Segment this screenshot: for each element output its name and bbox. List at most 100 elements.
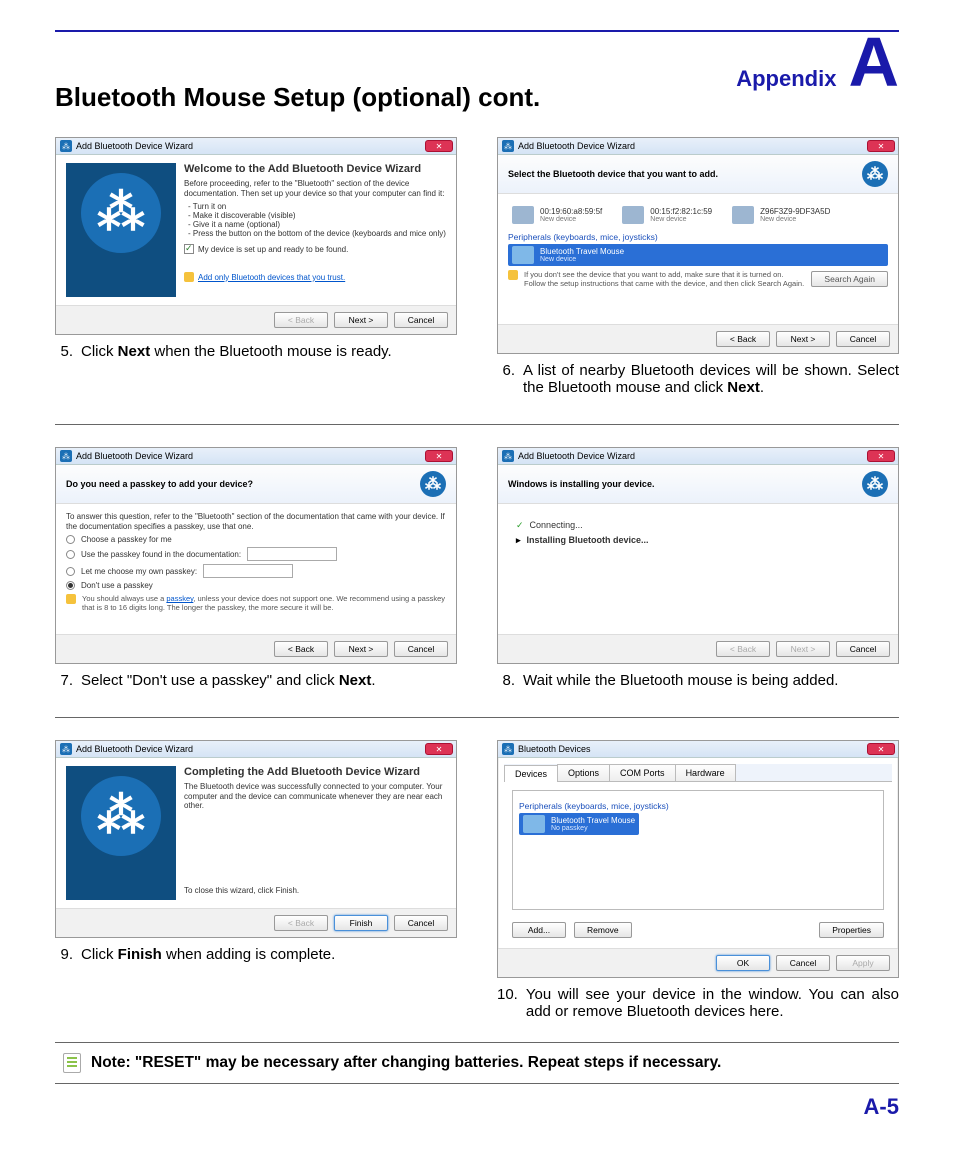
appendix-letter: A xyxy=(848,38,899,87)
back-button[interactable]: < Back xyxy=(716,331,770,347)
bluetooth-logo-icon: ⁂ xyxy=(81,173,161,253)
note-text: Note: "RESET" may be necessary after cha… xyxy=(91,1054,721,1072)
wizard-installing-dialog: ⁂ Add Bluetooth Device Wizard ✕ Windows … xyxy=(497,447,899,664)
radio-use-doc-passkey[interactable] xyxy=(66,550,75,559)
bluetooth-logo-icon: ⁂ xyxy=(81,776,161,856)
cancel-button[interactable]: Cancel xyxy=(836,331,890,347)
cancel-button[interactable]: Cancel xyxy=(836,641,890,657)
computer-icon xyxy=(732,206,754,224)
device-item[interactable]: Z96F3Z9-9DF3A5DNew device xyxy=(732,206,830,224)
dialog-header: Do you need a passkey to add your device… xyxy=(66,479,253,489)
passkey-hint: You should always use a passkey, unless … xyxy=(82,594,446,612)
tab-com-ports[interactable]: COM Ports xyxy=(609,764,676,781)
step-8: ⁂ Add Bluetooth Device Wizard ✕ Windows … xyxy=(497,447,899,697)
next-button[interactable]: Next > xyxy=(334,312,388,328)
next-button[interactable]: Next > xyxy=(776,331,830,347)
radio-no-passkey[interactable] xyxy=(66,581,75,590)
ok-button[interactable]: OK xyxy=(716,955,770,971)
radio-own-passkey[interactable] xyxy=(66,567,75,576)
bluetooth-icon: ⁂ xyxy=(502,140,514,152)
dialog-title: Add Bluetooth Device Wizard xyxy=(518,451,635,461)
dialog-title: Add Bluetooth Device Wizard xyxy=(76,141,193,151)
close-icon[interactable]: ✕ xyxy=(425,140,453,152)
tab-devices[interactable]: Devices xyxy=(504,765,558,782)
close-icon[interactable]: ✕ xyxy=(425,450,453,462)
cancel-button[interactable]: Cancel xyxy=(394,641,448,657)
check-icon: ✓ xyxy=(516,520,524,531)
close-icon[interactable]: ✕ xyxy=(867,140,895,152)
tab-options[interactable]: Options xyxy=(557,764,610,781)
caption: A list of nearby Bluetooth devices will … xyxy=(523,362,899,396)
bluetooth-badge-icon: ⁂ xyxy=(862,471,888,497)
info-icon xyxy=(66,594,76,604)
wizard-welcome-dialog: ⁂ Add Bluetooth Device Wizard ✕ ⁂ Welcom… xyxy=(55,137,457,335)
passkey-doc-input[interactable] xyxy=(247,547,337,561)
next-button[interactable]: Next > xyxy=(334,641,388,657)
step-6: ⁂ Add Bluetooth Device Wizard ✕ Select t… xyxy=(497,137,899,404)
note-row: Note: "RESET" may be necessary after cha… xyxy=(55,1042,899,1084)
wizard-sidebar: ⁂ xyxy=(66,163,176,297)
info-text: If you don't see the device that you wan… xyxy=(524,270,805,288)
wizard-sidebar: ⁂ xyxy=(66,766,176,900)
appendix-label: Appendix xyxy=(736,66,836,92)
caption: Click Next when the Bluetooth mouse is r… xyxy=(81,343,457,360)
info-icon xyxy=(508,270,518,280)
bluetooth-badge-icon: ⁂ xyxy=(420,471,446,497)
computer-icon xyxy=(512,206,534,224)
add-button[interactable]: Add... xyxy=(512,922,566,938)
dialog-title: Bluetooth Devices xyxy=(518,744,591,754)
bullet: Turn it on xyxy=(188,202,446,211)
finish-button[interactable]: Finish xyxy=(334,915,388,931)
note-icon xyxy=(63,1053,81,1073)
step-9: ⁂ Add Bluetooth Device Wizard ✕ ⁂ Comple… xyxy=(55,740,457,1028)
device-list: 00:19:60:a8:59:5fNew device 00:15:f2:82:… xyxy=(508,202,888,228)
step-10: ⁂ Bluetooth Devices ✕ Devices Options CO… xyxy=(497,740,899,1028)
bluetooth-devices-dialog: ⁂ Bluetooth Devices ✕ Devices Options CO… xyxy=(497,740,899,978)
device-item[interactable]: 00:19:60:a8:59:5fNew device xyxy=(512,206,602,224)
apply-button[interactable]: Apply xyxy=(836,955,890,971)
device-item[interactable]: 00:15:f2:82:1c:59New device xyxy=(622,206,712,224)
passkey-own-input[interactable] xyxy=(203,564,293,578)
search-again-button[interactable]: Search Again xyxy=(811,271,888,287)
intro-text: To answer this question, refer to the "B… xyxy=(66,512,446,531)
radio-choose-for-me[interactable] xyxy=(66,535,75,544)
bullet: Press the button on the bottom of the de… xyxy=(188,229,446,238)
bluetooth-icon: ⁂ xyxy=(60,140,72,152)
properties-button[interactable]: Properties xyxy=(819,922,884,938)
wizard-complete-dialog: ⁂ Add Bluetooth Device Wizard ✕ ⁂ Comple… xyxy=(55,740,457,938)
back-button: < Back xyxy=(274,915,328,931)
cancel-button[interactable]: Cancel xyxy=(394,312,448,328)
cancel-button[interactable]: Cancel xyxy=(394,915,448,931)
back-button[interactable]: < Back xyxy=(274,312,328,328)
ready-checkbox-label: My device is set up and ready to be foun… xyxy=(198,245,348,254)
close-icon[interactable]: ✕ xyxy=(867,743,895,755)
remove-button[interactable]: Remove xyxy=(574,922,632,938)
wizard-intro: The Bluetooth device was successfully co… xyxy=(184,782,446,811)
caption: You will see your device in the window. … xyxy=(526,986,899,1020)
arrow-icon: ▸ xyxy=(516,535,521,546)
trust-link[interactable]: Add only Bluetooth devices that you trus… xyxy=(198,273,345,282)
device-item-selected[interactable]: Bluetooth Travel MouseNo passkey xyxy=(519,813,639,835)
step-5: ⁂ Add Bluetooth Device Wizard ✕ ⁂ Welcom… xyxy=(55,137,457,404)
dialog-header: Select the Bluetooth device that you wan… xyxy=(508,169,718,179)
ready-checkbox[interactable] xyxy=(184,244,194,254)
cancel-button[interactable]: Cancel xyxy=(776,955,830,971)
close-icon[interactable]: ✕ xyxy=(867,450,895,462)
device-item-selected[interactable]: Bluetooth Travel MouseNew device xyxy=(508,244,888,266)
dialog-title: Add Bluetooth Device Wizard xyxy=(518,141,635,151)
wizard-heading: Completing the Add Bluetooth Device Wiza… xyxy=(184,766,446,778)
tab-hardware[interactable]: Hardware xyxy=(675,764,736,781)
tabs: Devices Options COM Ports Hardware xyxy=(504,764,892,782)
next-button: Next > xyxy=(776,641,830,657)
wizard-intro: Before proceeding, refer to the "Bluetoo… xyxy=(184,179,446,198)
back-button[interactable]: < Back xyxy=(274,641,328,657)
status-installing: Installing Bluetooth device... xyxy=(527,535,649,546)
mouse-icon xyxy=(512,246,534,264)
dialog-title: Add Bluetooth Device Wizard xyxy=(76,451,193,461)
group-label: Peripherals (keyboards, mice, joysticks) xyxy=(508,232,888,242)
caption: Wait while the Bluetooth mouse is being … xyxy=(523,672,899,689)
close-icon[interactable]: ✕ xyxy=(425,743,453,755)
passkey-link[interactable]: passkey xyxy=(166,594,193,603)
page-number: A-5 xyxy=(55,1094,899,1120)
bullet: Make it discoverable (visible) xyxy=(188,211,446,220)
